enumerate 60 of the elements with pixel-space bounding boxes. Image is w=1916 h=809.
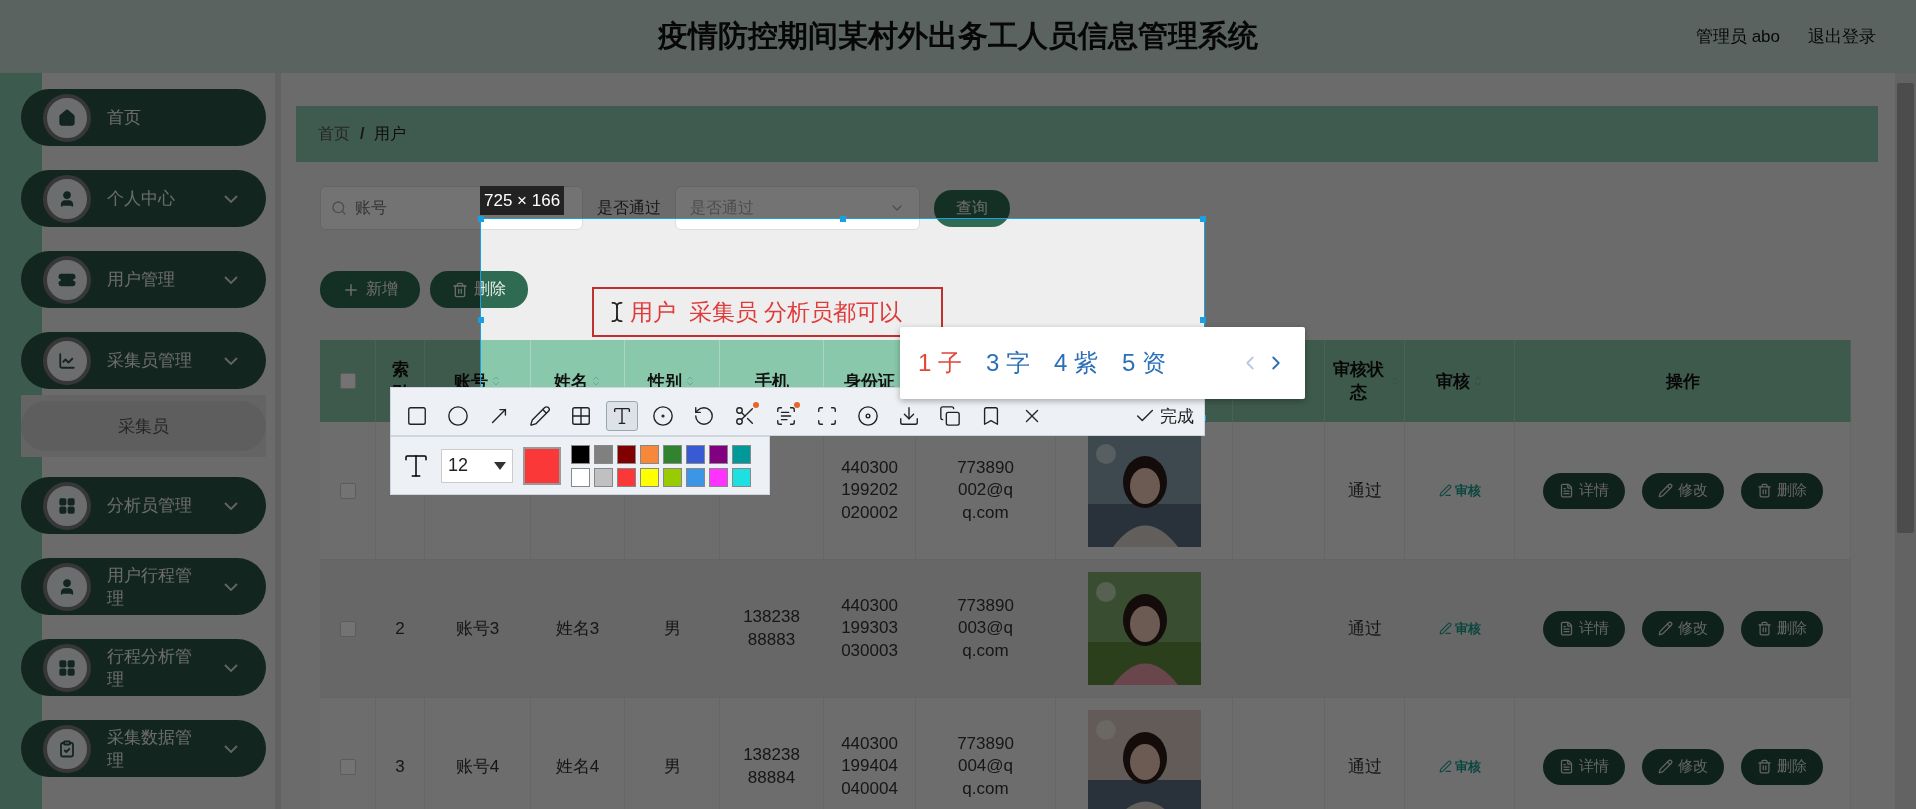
table-cell: 13823888884 xyxy=(742,744,801,789)
edit-button[interactable]: 修改 xyxy=(1641,472,1724,509)
column-header: 审核状态 xyxy=(1331,359,1385,404)
review-link[interactable]: 审核 xyxy=(1438,757,1481,776)
candidate-item[interactable]: 1 子 xyxy=(918,347,962,379)
candidate-item[interactable]: 5 资 xyxy=(1122,347,1167,379)
sidebar-item[interactable]: 用户行程管理 xyxy=(21,558,266,615)
sidebar-item[interactable]: 采集员管理 xyxy=(21,332,266,389)
logout-link[interactable]: 退出登录 xyxy=(1808,25,1876,48)
table-cell: 440300199404040004 xyxy=(840,733,899,800)
edit-button[interactable]: 修改 xyxy=(1641,748,1724,785)
font-size-select[interactable]: 12 xyxy=(441,448,513,483)
table-cell-text: 男 xyxy=(663,756,681,778)
details-button[interactable]: 详情 xyxy=(1542,472,1625,509)
text-annotation[interactable]: 用户 采集员 分析员都可以 xyxy=(592,287,943,337)
delete-button[interactable]: 删除 xyxy=(1740,472,1823,509)
column-header: 操作 xyxy=(1665,370,1700,393)
sidebar-item[interactable]: 行程分析管理 xyxy=(21,639,266,696)
candidate-item[interactable]: 4 紫 xyxy=(1054,347,1099,379)
done-button[interactable]: 完成 xyxy=(1134,401,1194,431)
filter-label: 是否通过 xyxy=(597,197,661,218)
candidate-item[interactable]: 3 字 xyxy=(986,347,1031,379)
sidebar-item[interactable]: 用户管理 xyxy=(21,251,266,308)
table-cell-text: 账号3 xyxy=(455,618,500,640)
table-cell: 2 xyxy=(395,618,405,639)
table-cell: 3 xyxy=(395,756,405,777)
breadcrumb-separator: / xyxy=(360,125,365,143)
details-button[interactable]: 详情 xyxy=(1542,610,1625,647)
table-cell: 13823888883 xyxy=(742,606,801,651)
sidebar-item[interactable]: 分析员管理 xyxy=(21,477,266,534)
size-label: 725 × 166 xyxy=(480,186,565,215)
review-link[interactable]: 审核 xyxy=(1438,481,1481,500)
edit-button[interactable]: 修改 xyxy=(1641,610,1724,647)
delete-button[interactable]: 删除 xyxy=(1740,610,1823,647)
sidebar-item[interactable]: 首页 xyxy=(21,89,266,146)
sidebar-item[interactable]: 个人中心 xyxy=(21,170,266,227)
table-cell: 773890003@qq.com xyxy=(956,595,1015,662)
table-cell-text: 通过 xyxy=(1347,756,1382,778)
table-cell-text: 男 xyxy=(663,618,681,640)
user-label: 管理员 abo xyxy=(1695,26,1780,48)
add-button[interactable]: 新增 xyxy=(320,271,420,308)
table-cell-text: 姓名3 xyxy=(555,618,600,640)
details-button[interactable]: 详情 xyxy=(1542,748,1625,785)
table-cell-text: 姓名4 xyxy=(555,756,600,778)
table-cell: 773890002@qq.com xyxy=(956,457,1015,524)
table-cell: 440300199202020002 xyxy=(840,457,899,524)
review-link[interactable]: 审核 xyxy=(1438,619,1481,638)
table-cell-text: 通过 xyxy=(1347,618,1382,640)
app-title: 疫情防控期间某村外出务工人员信息管理系统 xyxy=(658,18,1258,54)
breadcrumb-item[interactable]: 用户 xyxy=(374,123,407,145)
table-cell-text: 通过 xyxy=(1347,480,1382,502)
query-button[interactable]: 查询 xyxy=(934,189,1010,227)
submenu-item[interactable]: 采集员 xyxy=(21,401,266,451)
account-search-field[interactable]: 账号 xyxy=(353,198,463,218)
table-cell-text: 账号4 xyxy=(455,756,500,778)
column-header: 审核 xyxy=(1435,370,1470,393)
table-cell: 773890004@qq.com xyxy=(956,733,1015,800)
sidebar-item[interactable]: 采集数据管理 xyxy=(21,720,266,777)
table-cell: 440300199303030003 xyxy=(840,595,899,662)
delete-button[interactable]: 删除 xyxy=(1740,748,1823,785)
